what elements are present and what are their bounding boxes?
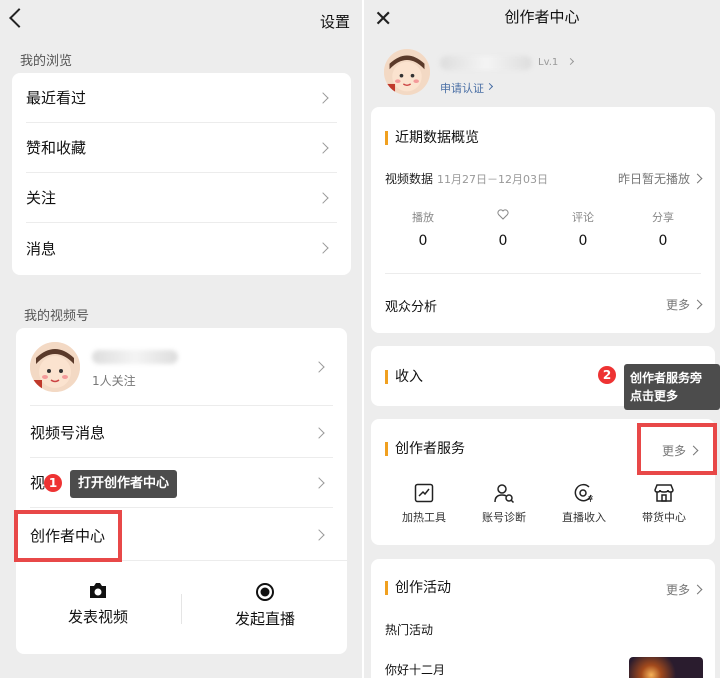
channel-section-label: 我的视频号 [24,309,90,324]
left-topbar: 设置 [0,0,362,42]
avatar-illustration-icon [30,342,80,392]
income-section-title: 收入 [385,370,423,384]
svg-text:¥: ¥ [588,495,593,503]
apply-certification-link[interactable]: 申请认证 [440,80,484,96]
stat-value: 0 [658,233,668,249]
audience-analysis-row[interactable]: 观众分析 更多 [371,274,715,333]
chevron-right-icon [313,529,325,541]
shop-icon [654,484,674,502]
hot-activity-label: 热门活动 [385,623,434,637]
settings-button[interactable]: 设置 [320,11,350,32]
post-video-label: 发表视频 [67,608,128,626]
list-item-label: 视频号消息 [30,424,106,442]
creator-center-panel: ✕ 创作者中心 Lv.1 申请认证 近期数据概览 视频数据 11月27日－12月… [362,0,720,678]
service-label: 加热工具 [402,511,446,524]
list-item-messages[interactable]: 消息 [26,223,337,273]
chevron-right-icon [313,476,325,489]
service-label: 带货中心 [642,511,686,524]
back-arrow-icon[interactable] [9,8,29,28]
live-record-icon [256,583,274,601]
stat-shares: 分享 0 [623,209,703,249]
stat-comments: 评论 0 [543,209,623,249]
list-item-label: 视 [30,474,46,492]
stat-label: 评论 [572,211,594,224]
trend-chart-icon [414,483,434,503]
activity-more-link[interactable]: 更多 [666,581,701,598]
step-2-badge: 2 [598,366,616,384]
service-label: 直播收入 [562,511,606,524]
settings-panel: 设置 我的浏览 最近看过 赞和收藏 关注 消息 我的视频号 1人关注 视频号消息… [0,0,362,678]
browse-card: 最近看过 赞和收藏 关注 消息 [12,73,351,275]
list-item-likes-favorites[interactable]: 赞和收藏 [26,123,337,173]
chevron-right-icon [485,82,494,91]
chevron-right-icon [317,141,329,154]
list-item-channel-messages[interactable]: 视频号消息 [30,408,333,458]
service-commerce-center[interactable]: 带货中心 [624,483,704,525]
tooltip-line: 创作者服务旁 [630,371,703,385]
highlight-services-more [637,423,717,475]
step-1-badge: 1 [44,474,62,492]
level-badge: Lv.1 [538,57,559,68]
creator-name-masked [440,56,532,70]
list-item-label: 关注 [26,189,57,207]
creator-activity-card: 创作活动 更多 热门活动 你好十二月 [371,559,715,678]
stat-value: 0 [498,233,508,249]
list-item-recently-viewed[interactable]: 最近看过 [26,73,337,123]
avatar [384,49,430,95]
right-topbar: ✕ 创作者中心 [364,0,720,40]
heart-icon [463,209,543,223]
chevron-right-icon [317,91,329,104]
avatar-illustration-icon [384,49,430,95]
stat-value: 0 [418,233,428,249]
list-item-label: 最近看过 [26,89,87,107]
channel-card: 1人关注 视频号消息 视 创作者中心 发表视频 发起直播 [16,328,347,654]
user-search-icon [494,484,515,503]
channel-name-masked [92,350,178,364]
data-overview-card: 近期数据概览 视频数据 11月27日－12月03日 昨日暂无播放 播放 0 0 … [371,107,715,333]
activity-item-title[interactable]: 你好十二月 [385,661,445,678]
stat-likes: 0 [463,209,543,249]
activity-section-title: 创作活动 [385,581,451,595]
chevron-right-icon [313,360,325,373]
step-2-tooltip: 创作者服务旁 点击更多 [624,364,720,410]
channel-profile-row[interactable]: 1人关注 [30,328,333,406]
stat-value: 0 [578,233,588,249]
tooltip-line: 点击更多 [630,389,679,403]
live-income-icon: ¥ [574,483,593,503]
yesterday-no-plays-link[interactable]: 昨日暂无播放 [618,170,701,187]
highlight-creator-center [14,510,122,562]
chevron-right-icon [313,426,325,439]
service-boost-tools[interactable]: 加热工具 [384,483,464,525]
activity-thumbnail[interactable] [629,657,703,678]
audience-analysis-label: 观众分析 [385,300,438,315]
list-item-following[interactable]: 关注 [26,173,337,223]
stat-plays: 播放 0 [383,209,463,249]
date-range: 11月27日－12月03日 [437,173,548,186]
avatar [30,342,80,392]
start-live-label: 发起直播 [234,610,295,628]
services-section-title: 创作者服务 [385,442,465,456]
chevron-right-icon [317,191,329,204]
service-account-diagnosis[interactable]: 账号诊断 [464,483,544,525]
page-title: 创作者中心 [504,8,580,26]
stat-label: 播放 [412,211,434,224]
browse-section-label: 我的浏览 [20,54,73,69]
step-1-tooltip: 打开创作者中心 [70,470,178,498]
chevron-right-icon [566,57,575,66]
list-item-label: 消息 [26,239,57,258]
overview-section-title: 近期数据概览 [385,131,479,145]
camera-icon [90,583,106,598]
follower-count: 1人关注 [92,374,136,388]
video-data-label: 视频数据 [385,172,434,186]
audience-more-link[interactable]: 更多 [666,296,701,313]
divider [181,594,182,624]
chevron-right-icon [317,242,329,254]
stat-label: 分享 [652,211,674,224]
list-item-label: 赞和收藏 [26,139,87,157]
post-video-button[interactable]: 发表视频 [16,582,180,627]
start-live-button[interactable]: 发起直播 [183,582,347,629]
creator-profile-header[interactable]: Lv.1 申请认证 [364,40,720,104]
service-live-income[interactable]: ¥ 直播收入 [544,483,624,525]
service-label: 账号诊断 [482,511,526,524]
